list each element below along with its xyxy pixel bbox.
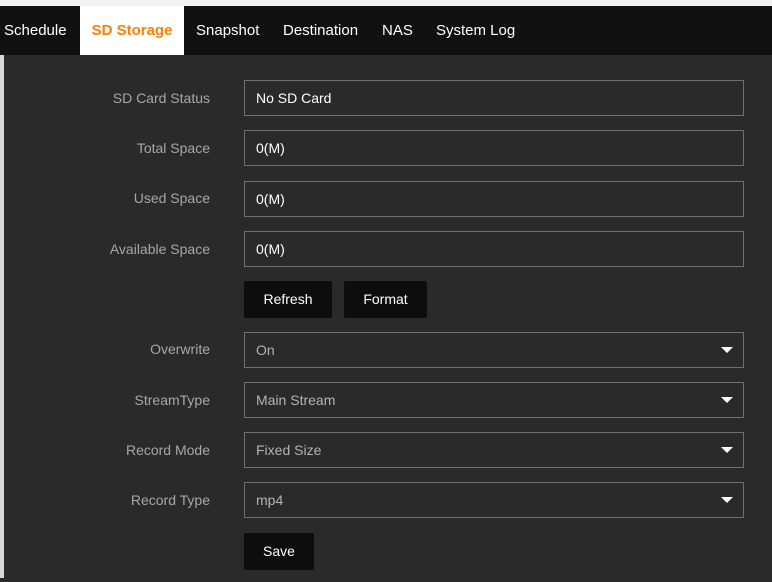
record-type-label: Record Type [130,492,210,508]
sd-storage-panel: SD Card Status No SD Card Total Space 0(… [4,55,772,578]
app-frame: Schedule SD Storage Snapshot Destination… [0,6,772,582]
total-space-field: 0(M) [244,130,744,166]
stream-type-label: StreamType [134,392,210,408]
tab-nas[interactable]: NAS [382,6,413,55]
record-mode-label: Record Mode [125,442,210,458]
available-space-field: 0(M) [244,231,744,267]
stream-type-select[interactable]: Main Stream [244,382,744,418]
record-type-value: mp4 [256,492,284,508]
chevron-down-icon [721,447,733,453]
overwrite-select[interactable]: On [244,332,744,368]
chevron-down-icon [721,397,733,403]
tab-system-log[interactable]: System Log [436,6,515,55]
tab-schedule[interactable]: Schedule [0,6,76,55]
record-mode-select[interactable]: Fixed Size [244,432,744,468]
record-type-select[interactable]: mp4 [244,482,744,518]
tab-destination[interactable]: Destination [283,6,358,55]
chevron-down-icon [721,497,733,503]
tab-bar: Schedule SD Storage Snapshot Destination… [0,6,772,55]
save-button[interactable]: Save [244,533,314,570]
overwrite-value: On [256,342,275,358]
available-space-label: Available Space [109,241,210,257]
sd-card-status-field: No SD Card [244,80,744,116]
format-button[interactable]: Format [344,281,427,318]
tab-snapshot[interactable]: Snapshot [196,6,259,55]
used-space-field: 0(M) [244,181,744,217]
chevron-down-icon [721,347,733,353]
tab-sd-storage[interactable]: SD Storage [80,6,184,55]
sd-card-status-label: SD Card Status [112,90,210,106]
refresh-button[interactable]: Refresh [244,281,332,318]
overwrite-label: Overwrite [150,341,210,357]
stream-type-value: Main Stream [256,392,336,408]
total-space-label: Total Space [136,140,210,156]
record-mode-value: Fixed Size [256,442,322,458]
used-space-label: Used Space [133,190,210,206]
